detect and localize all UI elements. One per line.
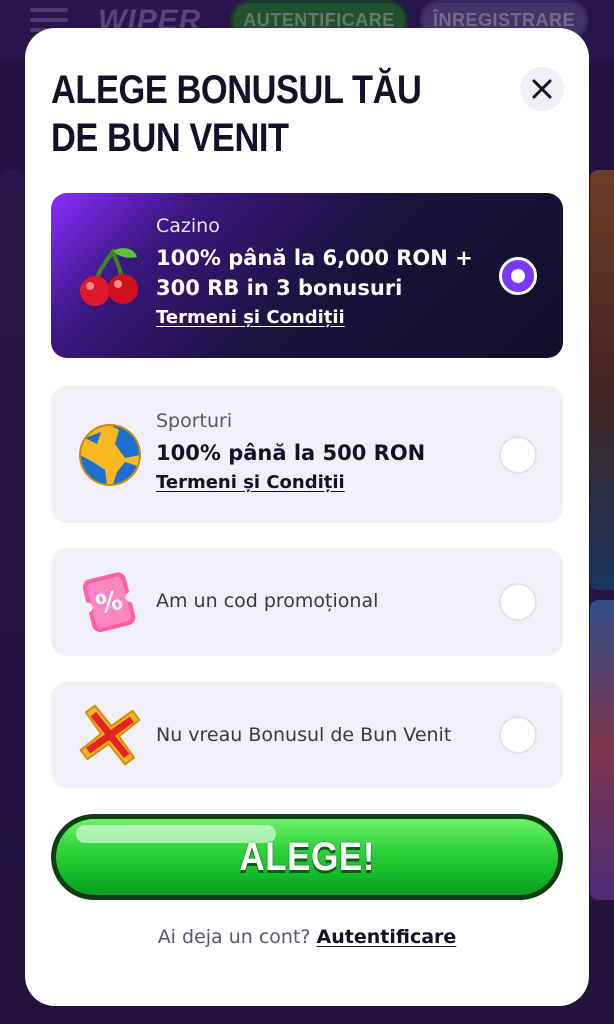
choose-button[interactable]: ALEGE! (51, 814, 563, 900)
option-radio[interactable] (499, 716, 537, 754)
modal-title: ALEGE BONUSUL TĂU DE BUN VENIT (51, 68, 422, 160)
login-prompt-text: Ai deja un cont? (157, 926, 311, 948)
bonus-option-no-bonus[interactable]: Nu vreau Bonusul de Bun Venit (51, 682, 563, 788)
option-radio[interactable] (499, 583, 537, 621)
option-label: Nu vreau Bonusul de Bun Venit (156, 724, 452, 746)
option-label: Am un cod promoțional (156, 590, 379, 612)
cherries-icon (80, 248, 138, 306)
red-x-icon (79, 704, 141, 766)
soccer-ball-icon (79, 424, 141, 486)
option-radio-selected[interactable] (499, 257, 537, 295)
close-icon (532, 79, 552, 99)
welcome-bonus-modal: ALEGE BONUSUL TĂU DE BUN VENIT Cazino 10… (25, 28, 589, 1006)
login-prompt: Ai deja un cont? Autentificare (25, 926, 589, 948)
terms-link[interactable]: Termeni și Condiții (156, 472, 345, 493)
bonus-option-casino[interactable]: Cazino 100% până la 6,000 RON + 300 RB i… (51, 193, 563, 358)
choose-button-face: ALEGE! (56, 819, 558, 895)
option-headline: 100% până la 6,000 RON + 300 RB in 3 bon… (156, 246, 473, 300)
option-category: Cazino (156, 215, 220, 237)
terms-link[interactable]: Termeni și Condiții (156, 307, 345, 328)
bonus-option-sports[interactable]: Sporturi 100% până la 500 RON Termeni și… (51, 386, 563, 523)
option-category: Sporturi (156, 410, 233, 432)
login-link[interactable]: Autentificare (317, 926, 457, 948)
choose-button-label: ALEGE! (239, 834, 375, 879)
option-headline: 100% până la 500 RON (156, 441, 426, 465)
bonus-option-promo-code[interactable]: % Am un cod promoțional (51, 548, 563, 656)
option-radio[interactable] (499, 436, 537, 474)
close-button[interactable] (520, 67, 564, 111)
percent-ticket-icon: % (82, 572, 136, 633)
